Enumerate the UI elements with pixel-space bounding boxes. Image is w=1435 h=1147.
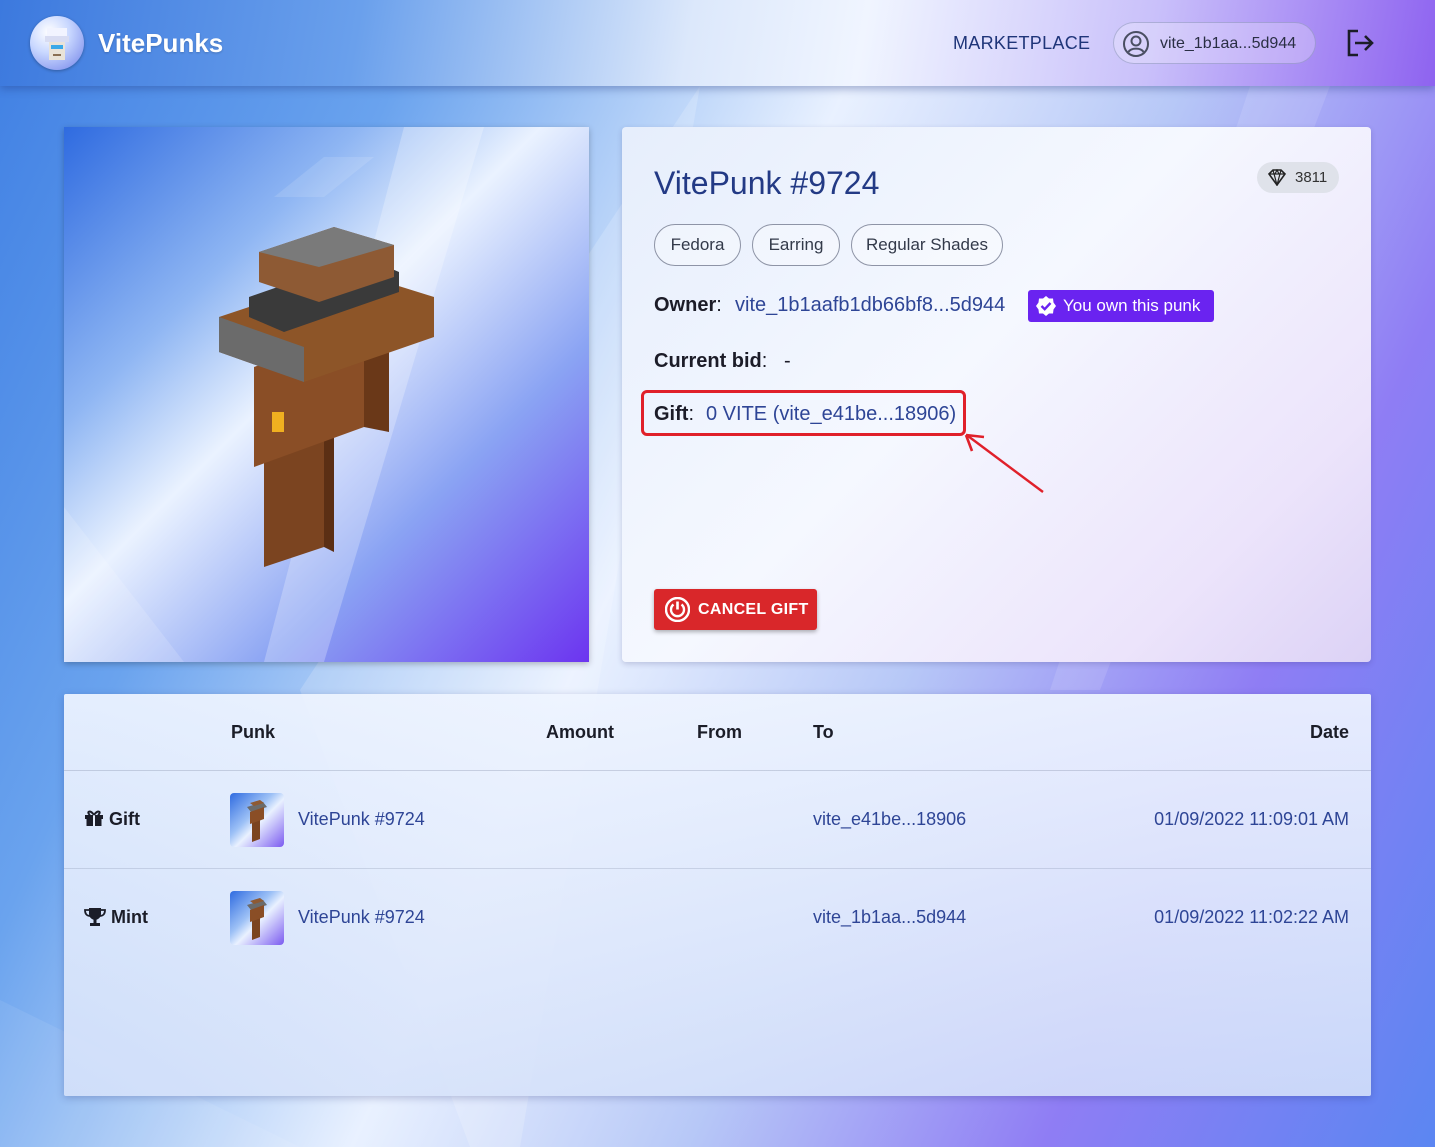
punk-details-card: VitePunk #9724 3811 Fedora Earring Regul… (622, 127, 1371, 662)
brand-name[interactable]: VitePunks (98, 28, 223, 59)
trophy-icon (84, 907, 106, 932)
annotation-highlight-box (641, 390, 966, 436)
event-date: 01/09/2022 11:02:22 AM (1154, 907, 1349, 927)
history-table: Punk Amount From To Date Gift VitePunk #… (64, 694, 1371, 1096)
trait-chip-fedora[interactable]: Fedora (654, 224, 741, 266)
event-date: 01/09/2022 11:09:01 AM (1154, 809, 1349, 829)
rank-badge: 3811 (1257, 162, 1339, 193)
column-header-to: To (813, 722, 834, 742)
column-header-punk: Punk (231, 722, 276, 742)
punk-thumbnail[interactable] (230, 793, 284, 847)
owner-address-link[interactable]: vite_1b1aafb1db66bf8...5d944 (735, 294, 1005, 317)
logout-icon[interactable] (1345, 28, 1375, 63)
owned-badge-text: You own this punk (1063, 296, 1201, 315)
gift-icon (84, 809, 104, 832)
annotation-arrow (964, 433, 1044, 493)
punk-name-link[interactable]: VitePunk #9724 (298, 907, 425, 928)
cancel-gift-button[interactable]: CANCEL GIFT (654, 589, 817, 630)
verified-check-icon (1035, 295, 1057, 322)
table-row: Gift VitePunk #9724 vite_e41be...18906 0… (64, 771, 1371, 869)
owned-badge: You own this punk (1028, 290, 1214, 322)
wallet-address: vite_1b1aa...5d944 (1160, 35, 1297, 52)
punk-thumbnail[interactable] (230, 891, 284, 945)
column-header-from: From (697, 722, 742, 742)
power-icon (664, 596, 691, 627)
current-bid-label: Current bid: (654, 350, 768, 372)
table-row: Mint VitePunk #9724 vite_1b1aa...5d944 0… (64, 869, 1371, 967)
cancel-gift-label: CANCEL GIFT (698, 601, 809, 618)
column-header-amount: Amount (546, 722, 614, 742)
rank-value: 3811 (1295, 169, 1328, 186)
nav-marketplace-link[interactable]: MARKETPLACE (953, 33, 1090, 54)
punk-image (64, 127, 589, 662)
owner-label: Owner: (654, 294, 722, 316)
event-type: Mint (111, 907, 148, 927)
to-address-link[interactable]: vite_1b1aa...5d944 (813, 907, 966, 928)
punk-name-link[interactable]: VitePunk #9724 (298, 809, 425, 830)
column-header-date: Date (1309, 722, 1349, 742)
trait-chip-earring[interactable]: Earring (752, 224, 840, 266)
event-type: Gift (109, 809, 140, 829)
user-circle-icon (1122, 30, 1150, 63)
to-address-link[interactable]: vite_e41be...18906 (813, 809, 966, 830)
trait-chip-regular-shades[interactable]: Regular Shades (851, 224, 1003, 266)
wallet-account-button[interactable]: vite_1b1aa...5d944 (1113, 22, 1316, 64)
current-bid-value: - (784, 350, 791, 372)
top-navbar: VitePunks MARKETPLACE vite_1b1aa...5d944 (0, 0, 1435, 86)
diamond-icon (1267, 168, 1287, 191)
punk-title: VitePunk #9724 (654, 165, 880, 201)
punk-logo-icon[interactable] (30, 16, 84, 70)
